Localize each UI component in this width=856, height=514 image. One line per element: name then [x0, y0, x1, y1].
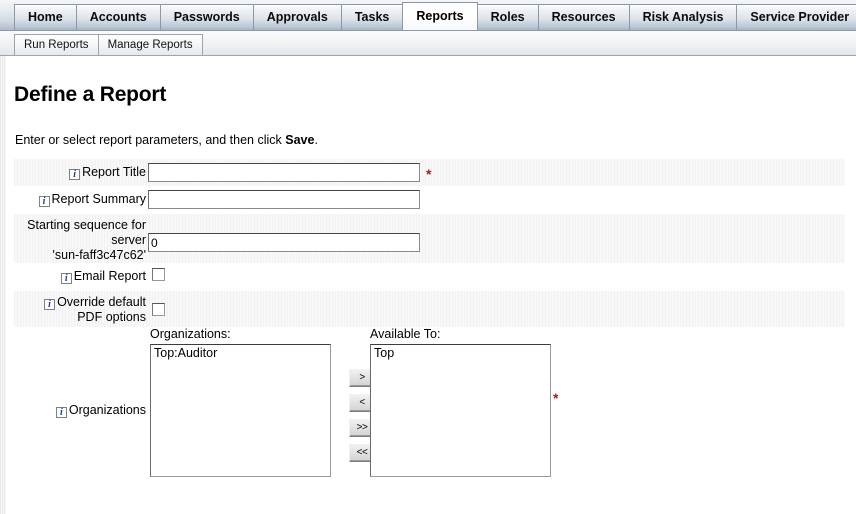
override-pdf-label-line1: Override default — [57, 295, 146, 309]
organizations-target-list[interactable]: Top — [370, 344, 551, 477]
report-title-label: Report Title — [82, 165, 146, 179]
tab-approvals[interactable]: Approvals — [252, 4, 341, 30]
form-row-override-pdf: i Override default PDF options — [14, 291, 845, 327]
organizations-source-label: Organizations: — [150, 327, 231, 341]
define-report-form: i Report Title * i Report Summary Starting… — [14, 159, 845, 495]
organizations-source-list[interactable]: Top:Auditor — [150, 344, 331, 477]
tab-home[interactable]: Home — [14, 4, 76, 30]
organizations-required-marker: * — [553, 390, 559, 406]
page-title: Define a Report — [14, 83, 167, 106]
tab-service-provider[interactable]: Service Provider — [736, 4, 856, 30]
page-instruction: Enter or select report parameters, and t… — [15, 133, 318, 147]
tab-resources[interactable]: Resources — [537, 4, 629, 30]
report-title-required-marker: * — [426, 166, 432, 182]
form-row-organizations: i Organizations Organizations: Top:Audito… — [14, 327, 845, 495]
override-pdf-label-line2: PDF options — [77, 310, 146, 324]
tab-roles[interactable]: Roles — [476, 4, 538, 30]
list-item[interactable]: Top:Auditor — [153, 346, 330, 361]
report-summary-input[interactable] — [148, 190, 420, 209]
secondary-tab-bar: Run Reports Manage Reports — [0, 31, 856, 56]
primary-tab-bar: Home Accounts Passwords Approvals Tasks … — [0, 0, 856, 31]
form-row-email-report: i Email Report — [14, 263, 845, 291]
instruction-prefix: Enter or select report parameters, and t… — [15, 133, 286, 147]
starting-sequence-label-line3: 'sun-faff3c47c62' — [52, 248, 147, 262]
organizations-label: Organizations — [68, 403, 146, 417]
subtab-run-reports[interactable]: Run Reports — [14, 34, 98, 55]
tab-reports[interactable]: Reports — [402, 2, 478, 30]
form-row-report-title: i Report Title * — [14, 159, 845, 186]
info-icon[interactable]: i — [44, 299, 56, 310]
report-title-input[interactable] — [148, 163, 420, 182]
info-icon[interactable]: i — [55, 407, 67, 418]
info-icon[interactable]: i — [69, 169, 81, 180]
organizations-target-label: Available To: — [370, 327, 441, 341]
subtab-manage-reports[interactable]: Manage Reports — [97, 34, 203, 55]
form-row-report-summary: i Report Summary — [14, 186, 845, 214]
starting-sequence-label-line2: server — [111, 233, 146, 247]
page-content: Define a Report Enter or select report p… — [0, 56, 856, 514]
info-icon[interactable]: i — [60, 273, 72, 284]
instruction-suffix: . — [314, 133, 318, 147]
report-summary-label: Report Summary — [51, 192, 146, 206]
override-pdf-checkbox[interactable] — [152, 303, 165, 316]
email-report-checkbox[interactable] — [152, 268, 165, 281]
instruction-save-keyword: Save — [285, 133, 315, 147]
info-icon[interactable]: i — [38, 196, 50, 207]
starting-sequence-input[interactable] — [148, 233, 420, 252]
starting-sequence-label-line1: Starting sequence for — [27, 218, 146, 232]
left-rail-decoration — [0, 56, 6, 514]
tab-accounts[interactable]: Accounts — [75, 4, 160, 30]
tab-risk-analysis[interactable]: Risk Analysis — [628, 4, 737, 30]
list-item[interactable]: Top — [373, 346, 550, 361]
tab-passwords[interactable]: Passwords — [159, 4, 253, 30]
email-report-label: Email Report — [73, 269, 146, 283]
form-row-starting-sequence: Starting sequence for server 'sun-faff3c… — [14, 214, 845, 263]
tab-tasks[interactable]: Tasks — [340, 4, 403, 30]
